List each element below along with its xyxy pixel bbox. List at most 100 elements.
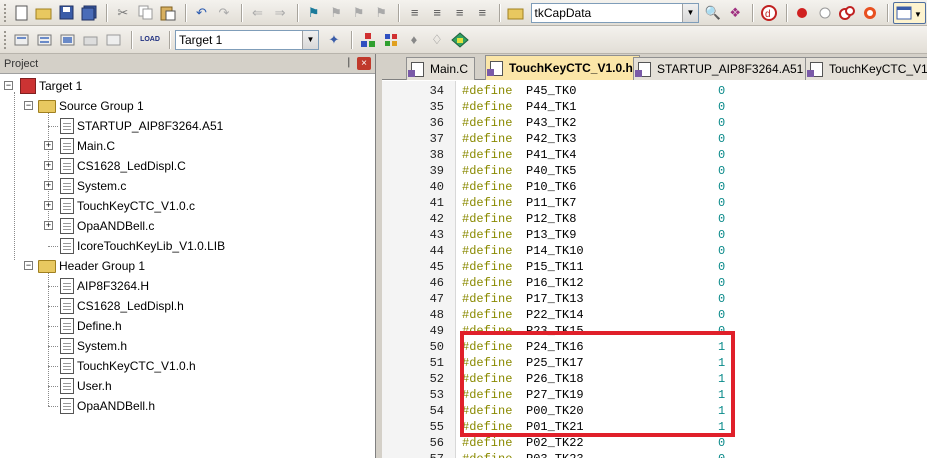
code-area[interactable]: 34 #define P45_TK0 0 35 #define P44_TK1 0 36 #def… — [382, 81, 927, 458]
target-combo[interactable]: Target 1 ▼ — [175, 29, 319, 50]
toolbar-grip[interactable] — [4, 30, 7, 49]
code-line[interactable]: 47 #define P17_TK13 0 — [382, 291, 927, 307]
environment-icon[interactable]: ♦ — [403, 29, 425, 51]
code-line[interactable]: 44 #define P14_TK10 0 — [382, 243, 927, 259]
manage-components-icon[interactable] — [380, 29, 402, 51]
tree-item-file[interactable]: OpaANDBell.h — [40, 396, 155, 416]
code-line[interactable]: 56 #define P02_TK22 0 — [382, 435, 927, 451]
code-line[interactable]: 45 #define P15_TK11 0 — [382, 259, 927, 275]
bookmark-next-icon[interactable]: ⚑ — [348, 2, 370, 24]
tab-touchkeyctc-h[interactable]: TouchKeyCTC_V1.0.h — [485, 55, 640, 80]
undo-icon[interactable]: ↶ — [191, 2, 213, 24]
tree-item-file[interactable]: STARTUP_AIP8F3264.A51 — [40, 116, 223, 136]
expand-icon[interactable]: + — [44, 161, 53, 170]
tree-item-file[interactable]: TouchKeyCTC_V1.0.h — [40, 356, 196, 376]
collapse-icon[interactable]: − — [24, 261, 33, 270]
bookmark-icon[interactable]: ⚑ — [303, 2, 325, 24]
indent-icon[interactable]: ≡ — [404, 2, 426, 24]
incremental-find-icon[interactable]: ❖ — [724, 2, 746, 24]
stop-build-icon[interactable] — [103, 29, 125, 51]
tree-item-target[interactable]: − Target 1 — [4, 76, 82, 96]
code-line[interactable]: 36 #define P43_TK2 0 — [382, 115, 927, 131]
tab-main-c[interactable]: Main.C — [406, 57, 476, 80]
tree-item-file[interactable]: + Main.C — [40, 136, 115, 156]
code-line[interactable]: 57 #define P03_TK23 0 — [382, 451, 927, 458]
tree-item-file[interactable]: + OpaANDBell.c — [40, 216, 154, 236]
unindent-icon[interactable]: ≡ — [426, 2, 448, 24]
code-line[interactable]: 40 #define P10_TK6 0 — [382, 179, 927, 195]
find-combo[interactable]: tkCapData ▼ — [530, 2, 699, 23]
expand-icon[interactable]: + — [44, 181, 53, 190]
tree-item-header-group[interactable]: − Header Group 1 — [20, 256, 145, 276]
tree-item-file[interactable]: Define.h — [40, 316, 122, 336]
batch-build-icon[interactable] — [80, 29, 102, 51]
chevron-down-icon[interactable]: ▼ — [681, 3, 698, 22]
expand-icon[interactable]: + — [44, 221, 53, 230]
macro-value: 0 — [718, 260, 726, 274]
code-line[interactable]: 38 #define P41_TK4 0 — [382, 147, 927, 163]
file-icon — [807, 61, 823, 77]
tree-item-source-group[interactable]: − Source Group 1 — [20, 96, 144, 116]
target-options-icon[interactable]: ✦ — [323, 29, 345, 51]
code-line[interactable]: 48 #define P22_TK14 0 — [382, 307, 927, 323]
open-folder-icon[interactable] — [34, 2, 56, 24]
navigate-forward-icon[interactable]: ⇒ — [269, 2, 291, 24]
breakpoint-icon[interactable] — [792, 2, 814, 24]
toolbar-grip[interactable] — [4, 3, 7, 22]
breakpoint-disable-icon[interactable] — [814, 2, 836, 24]
tree-item-file[interactable]: AIP8F3264.H — [40, 276, 149, 296]
expand-icon[interactable]: + — [44, 141, 53, 150]
rebuild-icon[interactable] — [57, 29, 79, 51]
code-line[interactable]: 39 #define P40_TK5 0 — [382, 163, 927, 179]
tree-item-file[interactable]: + CS1628_LedDispl.C — [40, 156, 186, 176]
save-all-icon[interactable] — [79, 2, 101, 24]
new-file-icon[interactable] — [11, 2, 33, 24]
books-icon[interactable]: ♢ — [426, 29, 448, 51]
download-icon[interactable]: LOAD — [137, 29, 163, 51]
navigate-back-icon[interactable]: ⇐ — [247, 2, 269, 24]
line-number: 55 — [429, 420, 444, 434]
build-icon[interactable] — [34, 29, 56, 51]
clear-breakpoints-icon[interactable] — [859, 2, 881, 24]
tree-item-file[interactable]: System.h — [40, 336, 127, 356]
tab-touchkeyctc-c[interactable]: TouchKeyCTC_V1.0 — [805, 57, 927, 80]
collapse-icon[interactable]: − — [24, 101, 33, 110]
find-icon[interactable]: 🔍 — [702, 2, 724, 24]
code-line[interactable]: 43 #define P13_TK9 0 — [382, 227, 927, 243]
cut-icon[interactable]: ✂ — [112, 2, 134, 24]
kill-breakpoints-icon[interactable] — [837, 2, 859, 24]
pack-installer-icon[interactable] — [449, 29, 471, 51]
code-line[interactable]: 46 #define P16_TK12 0 — [382, 275, 927, 291]
code-line[interactable]: 42 #define P12_TK8 0 — [382, 211, 927, 227]
tree-item-file[interactable]: IcoreTouchKeyLib_V1.0.LIB — [40, 236, 225, 256]
debug-icon[interactable]: d — [758, 2, 780, 24]
bookmark-prev-icon[interactable]: ⚑ — [325, 2, 347, 24]
tree-item-file[interactable]: CS1628_LedDispl.h — [40, 296, 184, 316]
toolbar-separator — [397, 3, 399, 22]
redo-icon[interactable]: ↷ — [213, 2, 235, 24]
tree-item-file[interactable]: User.h — [40, 376, 112, 396]
collapse-icon[interactable]: − — [4, 81, 13, 90]
window-layout-icon[interactable]: ▼ — [892, 1, 926, 24]
paste-icon[interactable] — [157, 2, 179, 24]
file-extensions-icon[interactable] — [357, 29, 379, 51]
code-line[interactable]: 35 #define P44_TK1 0 — [382, 99, 927, 115]
uncomment-icon[interactable]: ≡ — [471, 2, 493, 24]
code-line[interactable]: 34 #define P45_TK0 0 — [382, 83, 927, 99]
code-line[interactable]: 37 #define P42_TK3 0 — [382, 131, 927, 147]
tab-startup-a51[interactable]: STARTUP_AIP8F3264.A51 — [633, 57, 811, 80]
pin-icon[interactable]: ❘ — [345, 57, 353, 68]
save-icon[interactable] — [56, 2, 78, 24]
code-line[interactable]: 41 #define P11_TK7 0 — [382, 195, 927, 211]
load-label: LOAD — [140, 36, 160, 43]
copy-icon[interactable] — [135, 2, 157, 24]
bookmark-clear-icon[interactable]: ⚑ — [370, 2, 392, 24]
tree-item-file[interactable]: + TouchKeyCTC_V1.0.c — [40, 196, 195, 216]
chevron-down-icon[interactable]: ▼ — [302, 30, 318, 49]
expand-icon[interactable]: + — [44, 201, 53, 210]
tree-item-file[interactable]: + System.c — [40, 176, 126, 196]
translate-icon[interactable] — [11, 29, 33, 51]
find-in-files-icon[interactable] — [505, 2, 527, 24]
close-icon[interactable]: × — [357, 57, 371, 70]
comment-icon[interactable]: ≡ — [449, 2, 471, 24]
